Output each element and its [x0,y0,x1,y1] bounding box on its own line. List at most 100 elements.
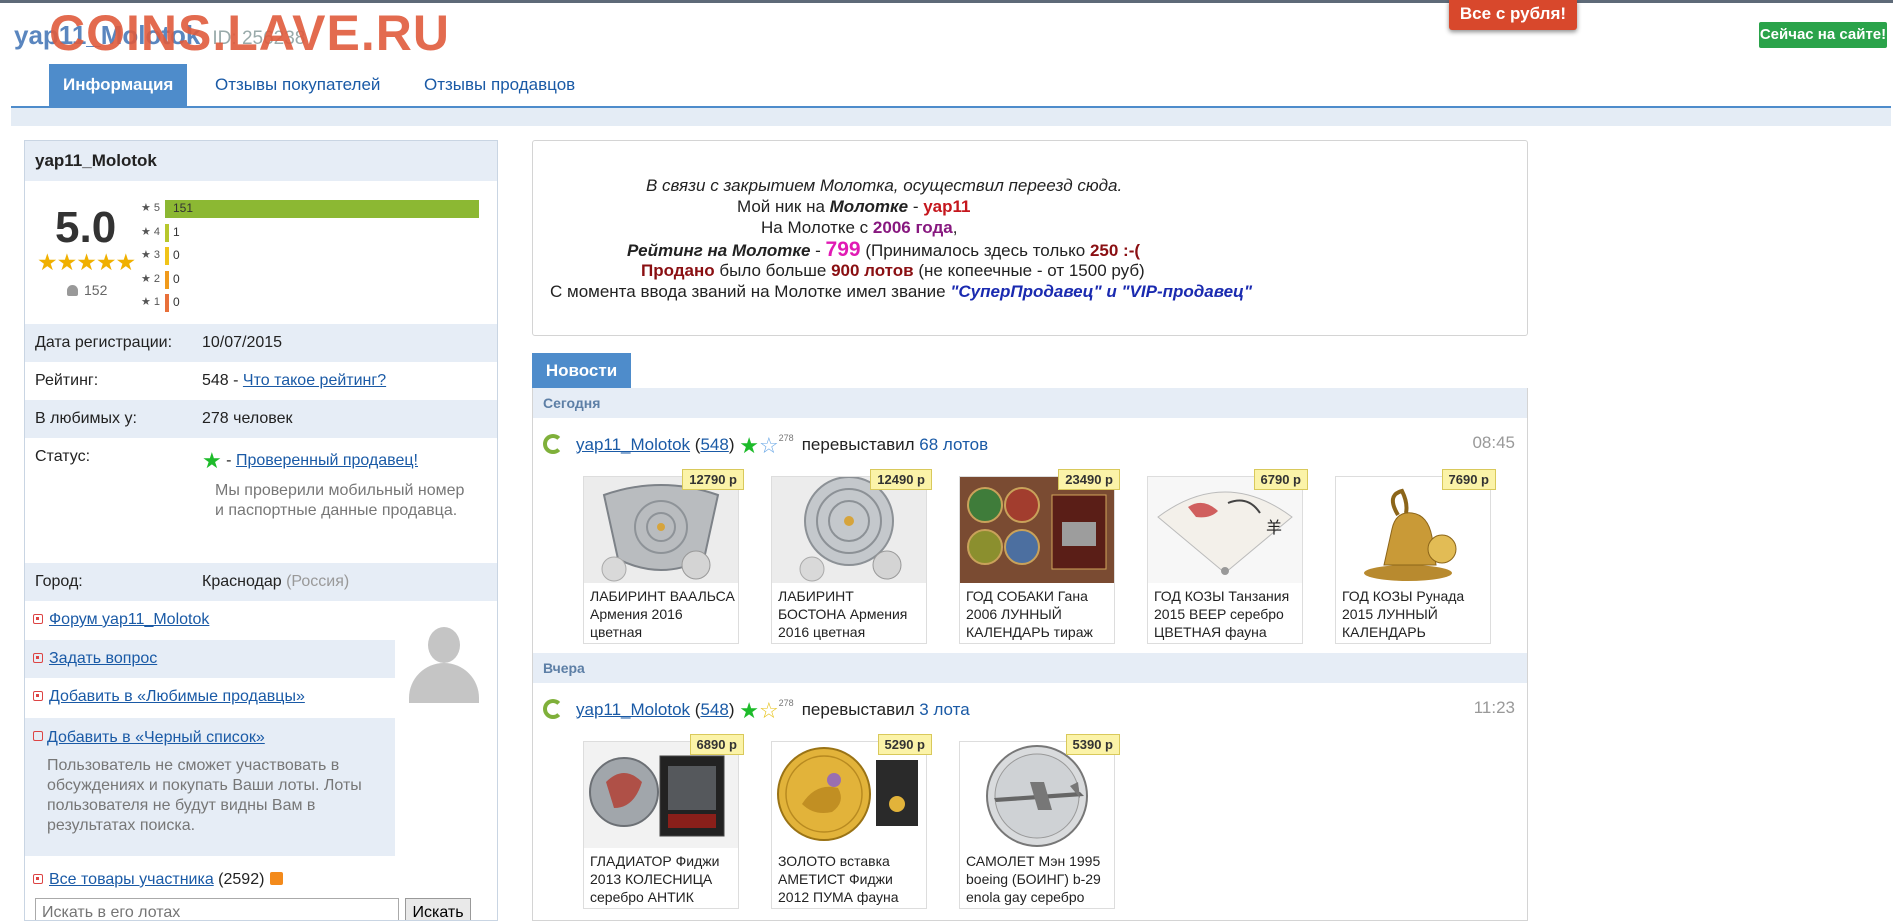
event-rating-link[interactable]: 548 [700,435,728,454]
rating-bar-count: 0 [173,295,180,309]
status-value: ★ - Проверенный продавец! [202,448,418,473]
event-lots-link[interactable]: 3 лота [919,700,969,719]
verified-seller-link[interactable]: Проверенный продавец! [236,452,418,469]
lot-card[interactable]: 12490 р ЛАБИРИНТ БОСТОНА Армения 2016 цв… [771,469,932,644]
lot-image-fan: 羊 [1148,477,1302,583]
lot-card[interactable]: 5390 р САМОЛЕТ Мэн 1995 boeing (БОИНГ) b… [959,734,1120,909]
rating-bar-2: ★ 2 0 [141,269,481,289]
favorites-label: В любимых у: [35,410,137,427]
status-label: Статус: [35,448,91,465]
relist-icon [543,434,563,454]
watermark-logo: COINS.LAVE.RU [49,5,450,61]
lot-price: 5290 р [877,734,932,755]
rating-bar-fill [165,294,169,312]
star-outline-icon: ☆ [758,433,779,458]
event-action: перевыставил [801,435,915,454]
add-blacklist-link[interactable]: Добавить в «Черный список» [47,728,265,748]
lot-title[interactable]: ГОД КОЗЫ Рунада 2015 ЛУННЫЙ КАЛЕНДАРЬ [1342,587,1488,643]
blacklist-note: Пользователь не сможет участвовать в обс… [47,757,362,834]
favorites-value: 278 человек [202,410,293,427]
announce-line-5: Продано было больше 900 лотов (не копееч… [641,261,1145,280]
favorites-count: 278 [778,433,794,443]
seller-search-button[interactable]: Искать [405,898,471,920]
announce-line-4: Рейтинг на Молотке - 799 (Принималось зд… [627,238,1141,261]
event-time: 08:45 [1472,433,1515,452]
lot-image-gold-goat [1336,477,1490,583]
day-header-today: Сегодня [533,388,1527,418]
link-bullet-icon [33,874,43,884]
rating-bar-fill [165,200,479,218]
lot-title[interactable]: ЛАБИРИНТ БОСТОНА Армения 2016 цветная [778,587,924,643]
rating-stars-icon: ★★★★★ [37,249,136,275]
news-event: yap11_Molotok (548) ★☆278 перевыставил 68… [533,430,1527,458]
lot-image-coin-set [960,477,1114,583]
link-bullet-icon [33,691,43,701]
lot-title[interactable]: ЗОЛОТО вставка АМЕТИСТ Фиджи 2012 ПУМА ф… [778,852,924,908]
day-header-yesterday: Вчера [533,653,1527,683]
forum-row: Форум yap11_Molotok [25,601,395,639]
lot-card[interactable]: 羊 6790 р ГОД КОЗЫ Танзания 2015 BEEP сер… [1147,469,1308,644]
tab-strip [11,108,1891,126]
favorites-add-row: Добавить в «Любимые продавцы» [25,678,395,716]
tab-buyer-reviews[interactable]: Отзывы покупателей [215,64,380,106]
lot-card[interactable]: 23490 р ГОД СОБАКИ Гана 2006 ЛУННЫЙ КАЛЕ… [959,469,1120,644]
lot-title[interactable]: ГОД СОБАКИ Гана 2006 ЛУННЫЙ КАЛЕНДАРЬ ти… [966,587,1112,643]
lot-price: 7690 р [1441,469,1496,490]
lot-image-labyrinth-shield [584,477,738,583]
lot-price: 23490 р [1058,469,1120,490]
profile-name: yap11_Molotok [25,141,497,181]
country-value: (Россия) [286,573,350,590]
rss-icon[interactable] [270,872,284,885]
lot-card[interactable]: 12790 р ЛАБИРИНТ ВААЛЬСА Армения 2016 цв… [583,469,744,644]
rating-bar-label: ★ 3 [141,249,161,261]
rating-bar-count: 0 [173,271,180,286]
favorites-row: В любимых у: 278 человек [25,400,497,438]
lot-title[interactable]: ГЛАДИАТОР Фиджи 2013 КОЛЕСНИЦА серебро А… [590,852,736,908]
city-row: Город: Краснодар (Россия) [25,563,497,601]
verified-star-icon: ★ [202,448,222,473]
ask-question-link[interactable]: Задать вопрос [49,650,157,668]
what-is-rating-link[interactable]: Что такое рейтинг? [243,372,386,389]
votes-count: 152 [67,282,107,298]
event-lots-link[interactable]: 68 лотов [919,435,988,454]
blacklist-block: Добавить в «Черный список» Пользователь … [25,718,395,856]
all-items-row: Все товары участника (2592) [25,861,495,899]
avatar [409,627,479,705]
tab-info[interactable]: Информация [49,64,188,106]
rating-bar-4: ★ 4 1 [141,222,481,242]
lot-image-labyrinth-round [772,477,926,583]
rating-bar-count: 1 [173,224,180,239]
lot-title[interactable]: ГОД КОЗЫ Танзания 2015 BEEP серебро ЦВЕТ… [1154,587,1300,643]
event-user-link[interactable]: yap11_Molotok [576,700,690,719]
favorites-count: 278 [778,698,794,708]
event-user-link[interactable]: yap11_Molotok [576,435,690,454]
lot-card[interactable]: 6890 р ГЛАДИАТОР Фиджи 2013 КОЛЕСНИЦА се… [583,734,744,909]
avatar-body-icon [409,663,479,703]
reg-date-row: Дата регистрации: 10/07/2015 [25,324,497,362]
tab-seller-reviews[interactable]: Отзывы продавцов [424,64,575,106]
city-label: Город: [35,573,83,590]
reg-date-label: Дата регистрации: [35,334,173,351]
announce-line-3: На Молотке с 2006 года, [761,218,958,237]
relist-icon [543,699,563,719]
lot-card[interactable]: 7690 р ГОД КОЗЫ Рунада 2015 ЛУННЫЙ КАЛЕН… [1335,469,1496,644]
avatar-head-icon [428,627,460,663]
status-note: Мы проверили мобильный номер и паспортны… [215,482,465,519]
all-items-link[interactable]: Все товары участника [49,871,214,888]
event-rating-link[interactable]: 548 [700,700,728,719]
online-status-badge: Сейчас на сайте! [1759,22,1887,48]
seller-search-input[interactable] [35,898,399,920]
lot-title[interactable]: ЛАБИРИНТ ВААЛЬСА Армения 2016 цветная [590,587,736,643]
news-tab[interactable]: Новости [532,353,631,388]
lot-title[interactable]: САМОЛЕТ Мэн 1995 boeing (БОИНГ) b-29 eno… [966,852,1112,908]
lot-card[interactable]: 5290 р ЗОЛОТО вставка АМЕТИСТ Фиджи 2012… [771,734,932,909]
forum-link[interactable]: Форум yap11_Molotok [49,611,209,629]
promo-button[interactable]: Все с рубля! [1449,0,1577,30]
rating-row: Рейтинг: 548 - Что такое рейтинг? [25,362,497,400]
announce-line-1: В связи с закрытием Молотка, осуществил … [646,176,1123,195]
rating-bar-label: ★ 2 [141,272,161,285]
add-favorite-seller-link[interactable]: Добавить в «Любимые продавцы» [49,688,305,706]
announcement-box: В связи с закрытием Молотка, осуществил … [532,140,1528,336]
rating-score: 5.0 [55,203,117,252]
city-value: Краснодар (Россия) [202,573,350,590]
